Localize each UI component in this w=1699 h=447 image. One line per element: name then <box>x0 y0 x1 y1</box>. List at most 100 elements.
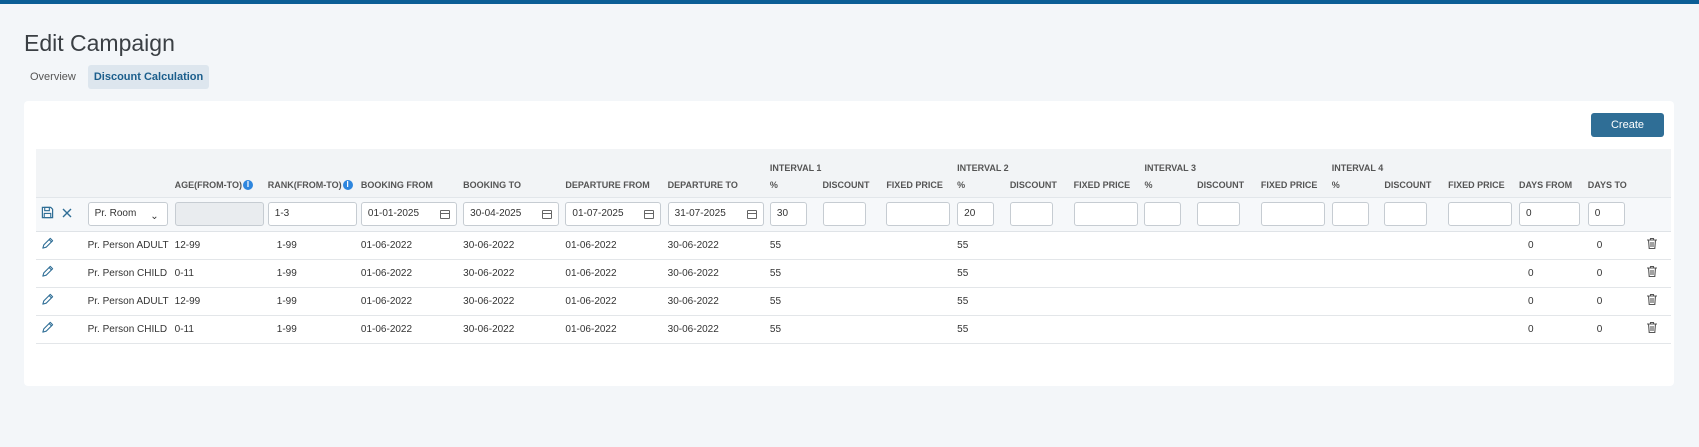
row-days-to: 0 <box>1596 295 1603 307</box>
trash-icon[interactable] <box>1644 321 1660 337</box>
i4-discount-field[interactable] <box>1384 202 1428 226</box>
i3-discount-header: DISCOUNT <box>1197 179 1245 190</box>
age-field[interactable] <box>174 202 264 226</box>
row-days-from: 0 <box>1527 323 1534 335</box>
days-from-field[interactable]: 0 <box>1518 202 1580 226</box>
row-departure-from: 01-06-2022 <box>565 295 617 307</box>
trash-icon[interactable] <box>1644 237 1660 253</box>
row-departure-to: 30-06-2022 <box>667 295 719 307</box>
pencil-icon[interactable] <box>39 265 55 281</box>
pencil-icon[interactable] <box>39 293 55 309</box>
row-rank: 1-99 <box>276 239 297 251</box>
row-departure-from: 01-06-2022 <box>565 239 617 251</box>
booking-from-header: BOOKING FROM <box>360 179 433 190</box>
row-rank: 1-99 <box>276 295 297 307</box>
age-header: AGE(FROM-TO) i <box>172 173 265 197</box>
rank-field[interactable]: 1-3 <box>267 202 357 226</box>
row-i2-percent: 55 <box>957 323 969 335</box>
i2-discount-field[interactable] <box>1009 202 1053 226</box>
departure-from-header: DEPARTURE FROM <box>565 179 650 190</box>
i1-discount-field[interactable] <box>822 202 866 226</box>
row-rank: 1-99 <box>276 267 297 279</box>
row-days-to: 0 <box>1596 323 1603 335</box>
i2-percent-field[interactable]: 20 <box>957 202 995 226</box>
info-icon[interactable]: i <box>242 179 253 190</box>
save-icon[interactable] <box>39 206 55 222</box>
row-i2-percent: 55 <box>957 239 969 251</box>
row-days-to: 0 <box>1596 267 1603 279</box>
i4-percent-field[interactable] <box>1331 202 1369 226</box>
i3-discount-field[interactable] <box>1197 202 1241 226</box>
i1-discount-header: DISCOUNT <box>822 179 870 190</box>
row-booking-from: 01-06-2022 <box>360 267 413 279</box>
header-group-row: INTERVAL 1 INTERVAL 2 INTERVAL 3 INTERVA… <box>36 149 1671 173</box>
row-i1-percent: 55 <box>769 267 782 279</box>
calendar-icon[interactable] <box>746 210 757 219</box>
i3-percent-field[interactable] <box>1144 202 1182 226</box>
departure-from-field[interactable]: 01-07-2025 <box>565 202 662 226</box>
row-booking-from: 01-06-2022 <box>360 323 413 335</box>
row-type: Pr. Person CHILD <box>87 323 168 335</box>
days-to-header: DAYS TO <box>1587 179 1627 190</box>
table-row: Pr. Person ADULT 12-99 1-99 01-06-2022 30-06… <box>36 231 1671 259</box>
row-booking-to: 30-06-2022 <box>463 295 515 307</box>
i3-fixed-price-field[interactable] <box>1260 202 1325 226</box>
i4-fixed-price-header: FIXED PRICE <box>1448 179 1505 190</box>
calendar-icon[interactable] <box>644 210 655 219</box>
row-booking-from: 01-06-2022 <box>360 239 413 251</box>
header-row: AGE(FROM-TO) i RANK(FROM-TO) i BOOKING FRO… <box>36 173 1671 197</box>
days-from-header: DAYS FROM <box>1518 179 1573 190</box>
calendar-icon[interactable] <box>439 210 450 219</box>
i4-fixed-price-field[interactable] <box>1448 202 1513 226</box>
row-age: 12-99 <box>174 239 201 251</box>
tab-overview[interactable]: Overview <box>24 65 82 89</box>
days-to-field[interactable]: 0 <box>1587 202 1625 226</box>
row-i2-percent: 55 <box>957 267 969 279</box>
interval-3-header: INTERVAL 3 <box>1144 163 1196 173</box>
pencil-icon[interactable] <box>39 237 55 253</box>
i1-percent-header: % <box>769 179 778 190</box>
booking-from-field[interactable]: 01-01-2025 <box>360 202 457 226</box>
rank-header: RANK(FROM-TO) i <box>265 173 358 197</box>
row-i1-percent: 55 <box>769 323 782 335</box>
page-title: Edit Campaign <box>24 30 175 56</box>
row-booking-to: 30-06-2022 <box>463 267 515 279</box>
row-booking-to: 30-06-2022 <box>463 239 515 251</box>
departure-to-field[interactable]: 31-07-2025 <box>667 202 764 226</box>
booking-to-field[interactable]: 30-04-2025 <box>463 202 560 226</box>
create-button[interactable]: Create <box>1591 113 1664 137</box>
row-type: Pr. Person CHILD <box>87 267 168 279</box>
row-departure-from: 01-06-2022 <box>565 323 617 335</box>
row-i1-percent: 55 <box>769 295 782 307</box>
discount-card: Create INTERVAL 1 INTERVAL 2 INTERVAL 3 … <box>24 101 1674 386</box>
trash-icon[interactable] <box>1644 265 1660 281</box>
pencil-icon[interactable] <box>39 321 55 337</box>
close-icon[interactable] <box>59 206 75 222</box>
trash-icon[interactable] <box>1644 293 1660 309</box>
interval-2-header: INTERVAL 2 <box>957 163 1009 173</box>
row-days-from: 0 <box>1527 239 1534 251</box>
edit-row: Pr. Room ⌄ 1-3 01-01-2025 30-04-2025 01-0… <box>36 197 1671 231</box>
i1-fixed-price-field[interactable] <box>886 202 951 226</box>
i2-percent-header: % <box>957 179 966 190</box>
info-icon[interactable]: i <box>342 179 353 190</box>
row-days-from: 0 <box>1527 295 1534 307</box>
booking-to-header: BOOKING TO <box>463 179 521 190</box>
type-select[interactable]: Pr. Room ⌄ <box>87 202 168 226</box>
interval-4-header: INTERVAL 4 <box>1331 163 1384 173</box>
i1-percent-field[interactable]: 30 <box>769 202 807 226</box>
data-rows: Pr. Person ADULT 12-99 1-99 01-06-2022 30-06… <box>36 231 1671 343</box>
row-days-from: 0 <box>1527 267 1534 279</box>
top-accent-bar <box>0 0 1699 4</box>
i2-fixed-price-header: FIXED PRICE <box>1073 179 1131 190</box>
i2-fixed-price-field[interactable] <box>1073 202 1138 226</box>
table-row: Pr. Person CHILD 0-11 1-99 01-06-2022 30-06-… <box>36 315 1671 343</box>
i2-discount-header: DISCOUNT <box>1009 179 1057 190</box>
calendar-icon[interactable] <box>542 210 553 219</box>
row-departure-to: 30-06-2022 <box>667 267 719 279</box>
tab-discount-calculation[interactable]: Discount Calculation <box>87 65 210 89</box>
row-booking-from: 01-06-2022 <box>360 295 413 307</box>
table-row: Pr. Person ADULT 12-99 1-99 01-06-2022 30-06… <box>36 287 1671 315</box>
row-age: 0-11 <box>174 267 194 279</box>
departure-to-header: DEPARTURE TO <box>667 179 738 190</box>
